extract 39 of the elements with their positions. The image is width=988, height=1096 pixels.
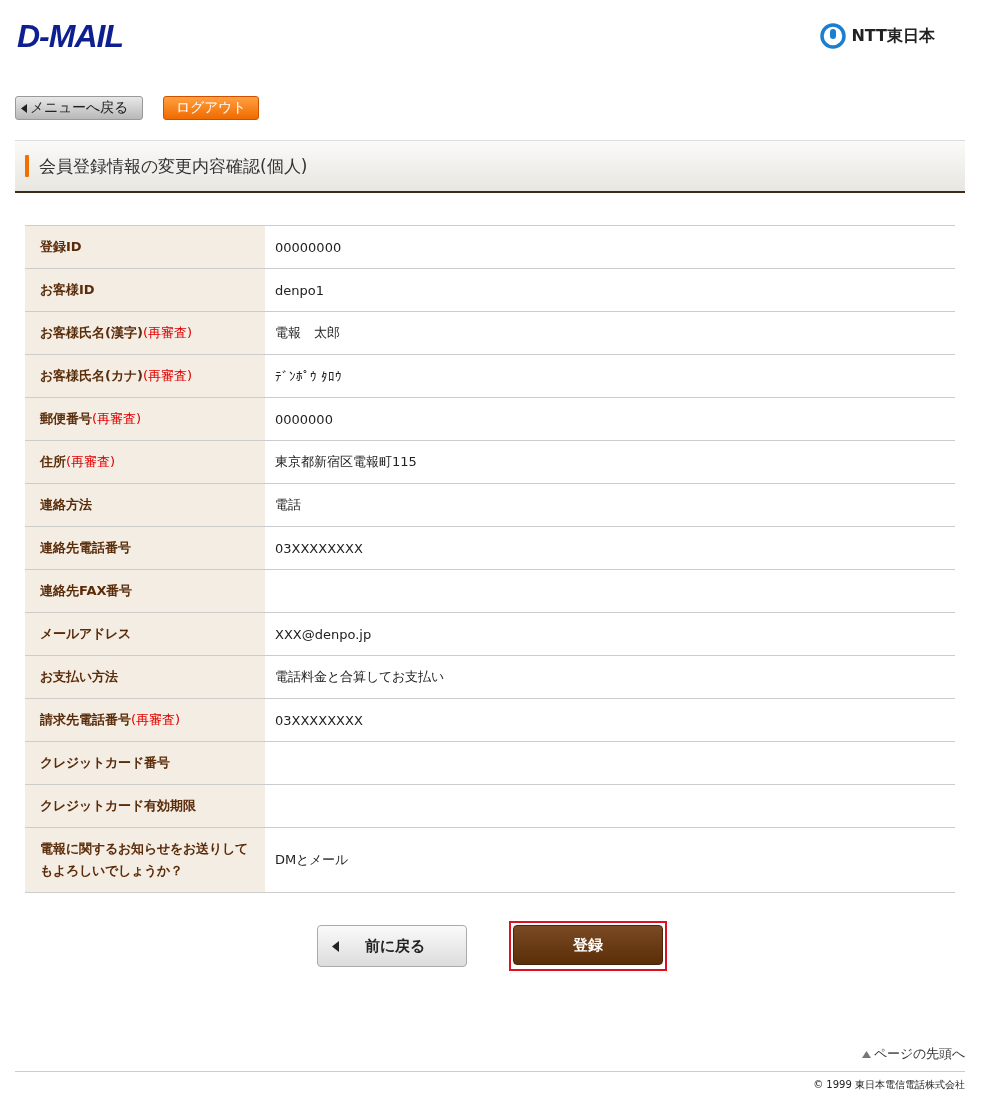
field-value: 東京都新宿区電報町115 — [275, 453, 417, 471]
field-value: 00000000 — [275, 239, 342, 255]
field-label: クレジットカード有効期限 — [25, 785, 265, 827]
field-value: 03XXXXXXXX — [275, 712, 363, 728]
copyright: © 1999 東日本電信電話株式会社 — [812, 1078, 965, 1092]
back-button[interactable]: 前に戻る — [317, 925, 467, 967]
field-label: 電報に関するお知らせをお送りしてもよろしいでしょうか？ — [25, 828, 265, 892]
field-label: 請求先電話番号(再審査) — [25, 699, 265, 741]
field-label: お支払い方法 — [25, 656, 265, 698]
logo: D-MAIL — [17, 17, 123, 55]
menu-back-button[interactable]: メニューへ戻る — [15, 96, 143, 120]
field-value: 0000000 — [275, 411, 333, 427]
field-value: 電話 — [275, 496, 301, 514]
field-value: ﾃﾞﾝﾎﾟｳ ﾀﾛｳ — [275, 368, 343, 384]
field-value: 電報 太郎 — [275, 324, 340, 342]
field-value: 03XXXXXXXX — [275, 540, 363, 556]
register-button[interactable]: 登録 — [513, 925, 663, 965]
page-title: 会員登録情報の変更内容確認(個人) — [39, 154, 308, 178]
field-label: 住所(再審査) — [25, 441, 265, 483]
company-name: NTT東日本 — [851, 25, 935, 47]
field-label: 連絡方法 — [25, 484, 265, 526]
field-value: DMとメール — [275, 851, 349, 869]
field-label: お客様氏名(漢字)(再審査) — [25, 312, 265, 354]
field-value: 電話料金と合算してお支払い — [275, 668, 444, 686]
field-label: 登録ID — [25, 226, 265, 268]
field-label: お客様ID — [25, 269, 265, 311]
field-label: 連絡先FAX番号 — [25, 570, 265, 612]
logo-icon — [820, 23, 847, 49]
page-top-link[interactable]: ページの先頭へ — [862, 1045, 965, 1063]
triangle-icon — [862, 1050, 871, 1058]
caret-icon — [332, 940, 339, 952]
field-value: XXX@denpo.jp — [275, 626, 372, 642]
field-label: 郵便番号(再審査) — [25, 398, 265, 440]
caret-icon — [21, 103, 27, 113]
field-label: メールアドレス — [25, 613, 265, 655]
field-label: クレジットカード番号 — [25, 742, 265, 784]
field-label: 連絡先電話番号 — [25, 527, 265, 569]
field-label: お客様氏名(カナ)(再審査) — [25, 355, 265, 397]
field-value: denpo1 — [275, 282, 324, 298]
